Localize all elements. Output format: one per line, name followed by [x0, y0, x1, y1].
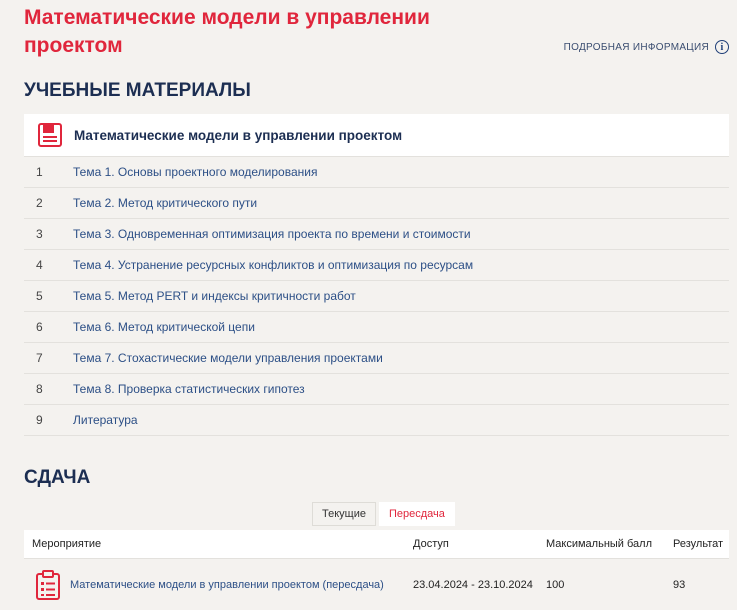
- submission-section-title: СДАЧА: [24, 467, 91, 488]
- topic-number: 5: [36, 289, 43, 303]
- access-cell: 23.04.2024 - 23.10.2024: [413, 578, 533, 591]
- tab-retake[interactable]: Пересдача: [378, 502, 455, 526]
- tab-current[interactable]: Текущие: [312, 502, 376, 526]
- book-icon: [38, 123, 62, 147]
- topic-row: 4 Тема 4. Устранение ресурсных конфликтов…: [24, 250, 729, 281]
- topic-link[interactable]: Тема 4. Устранение ресурсных конфликтов …: [73, 258, 473, 272]
- materials-panel-header: Математические модели в управлении проек…: [24, 114, 729, 157]
- topic-number: 3: [36, 227, 43, 241]
- topic-link[interactable]: Тема 6. Метод критической цепи: [73, 320, 255, 334]
- result-cell: 93: [673, 578, 686, 591]
- topic-link[interactable]: Тема 1. Основы проектного моделирования: [73, 165, 317, 179]
- column-header-max-score: Максимальный балл: [546, 538, 652, 550]
- topic-row: 7 Тема 7. Стохастические модели управлени…: [24, 343, 729, 374]
- topic-link[interactable]: Тема 2. Метод критического пути: [73, 196, 257, 210]
- topic-number: 6: [36, 320, 43, 334]
- event-cell: Математические модели в управлении проек…: [24, 569, 413, 600]
- topic-row: 9 Литература: [24, 405, 729, 436]
- topic-number: 8: [36, 382, 43, 396]
- clipboard-icon: [36, 569, 60, 600]
- topic-row: 1 Тема 1. Основы проектного моделирования: [24, 157, 729, 188]
- column-header-event: Мероприятие: [32, 538, 102, 550]
- topic-row: 6 Тема 6. Метод критической цепи: [24, 312, 729, 343]
- topic-row: 5 Тема 5. Метод PERT и индексы критичност…: [24, 281, 729, 312]
- submission-table: Мероприятие Доступ Максимальный балл Рез…: [24, 530, 729, 610]
- topic-link[interactable]: Тема 7. Стохастические модели управления…: [73, 351, 383, 365]
- topic-link[interactable]: Тема 3. Одновременная оптимизация проект…: [73, 227, 471, 241]
- topic-number: 4: [36, 258, 43, 272]
- materials-section-title: УЧЕБНЫЕ МАТЕРИАЛЫ: [24, 80, 251, 101]
- event-link[interactable]: Математические модели в управлении проек…: [70, 579, 384, 591]
- materials-panel: Математические модели в управлении проек…: [24, 114, 729, 436]
- topic-row: 2 Тема 2. Метод критического пути: [24, 188, 729, 219]
- topic-number: 2: [36, 196, 43, 210]
- topic-row: 3 Тема 3. Одновременная оптимизация проек…: [24, 219, 729, 250]
- table-row: Математические модели в управлении проек…: [24, 558, 729, 610]
- topic-link[interactable]: Тема 5. Метод PERT и индексы критичности…: [73, 289, 356, 303]
- more-info-label: ПОДРОБНАЯ ИНФОРМАЦИЯ: [563, 41, 709, 53]
- topic-row: 8 Тема 8. Проверка статистических гипотез: [24, 374, 729, 405]
- column-header-access: Доступ: [413, 538, 449, 550]
- info-icon: i: [715, 40, 729, 54]
- topic-number: 7: [36, 351, 43, 365]
- page-title: Математические модели в управлении проек…: [24, 6, 430, 57]
- topic-link[interactable]: Тема 8. Проверка статистических гипотез: [73, 382, 305, 396]
- column-header-result: Результат: [673, 538, 724, 550]
- materials-panel-title: Математические модели в управлении проек…: [74, 127, 403, 143]
- submission-tabs: Текущие Пересдача: [312, 502, 455, 526]
- topic-link[interactable]: Литература: [73, 413, 138, 427]
- table-header: Мероприятие Доступ Максимальный балл Рез…: [24, 530, 729, 558]
- topic-number: 9: [36, 413, 43, 427]
- max-score-cell: 100: [546, 578, 565, 591]
- topic-list: 1 Тема 1. Основы проектного моделирования…: [24, 157, 729, 436]
- topic-number: 1: [36, 165, 43, 179]
- more-info-link[interactable]: ПОДРОБНАЯ ИНФОРМАЦИЯ i: [564, 40, 729, 54]
